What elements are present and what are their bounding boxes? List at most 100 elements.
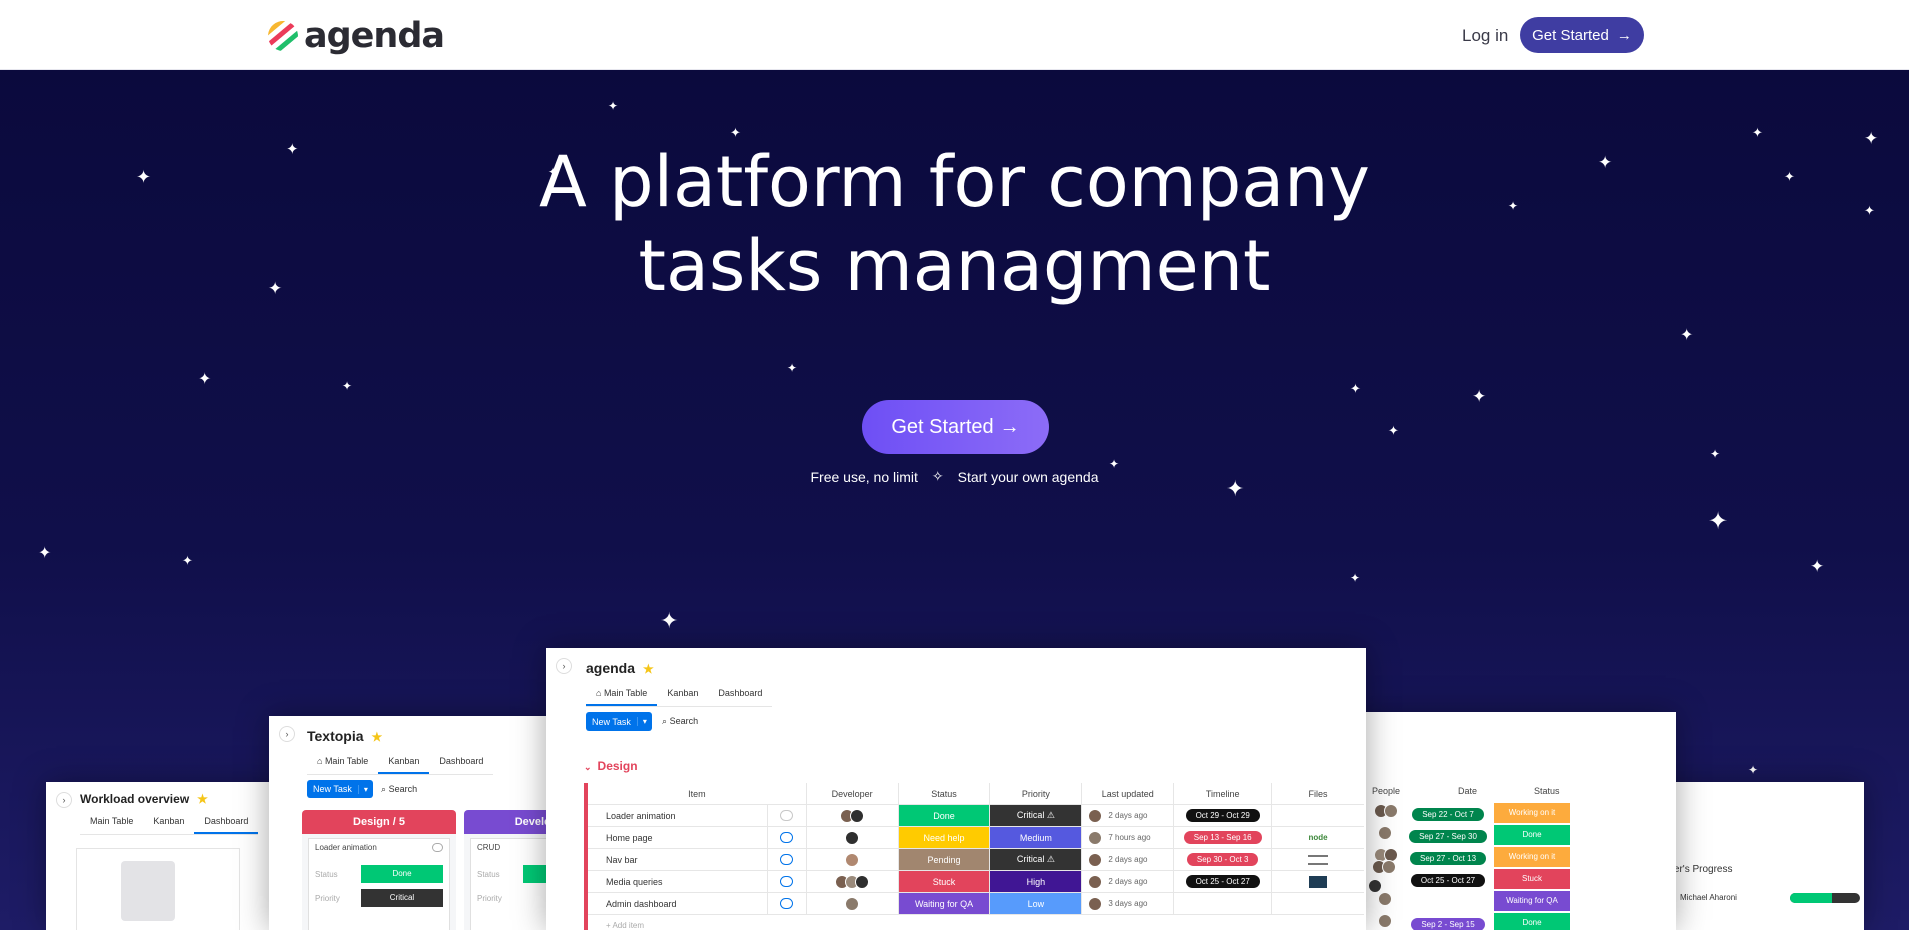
tab-kanban[interactable]: Kanban — [657, 684, 708, 706]
timeline-cell[interactable]: Oct 25 - Oct 27 — [1174, 871, 1273, 892]
search-button[interactable]: ⌕ Search — [381, 784, 417, 795]
item-name[interactable]: Admin dashboard — [588, 893, 768, 914]
files-cell[interactable] — [1272, 871, 1364, 892]
timeline-pill[interactable]: Oct 25 - Oct 27 — [1185, 875, 1260, 888]
status-chip[interactable]: Need help — [898, 827, 991, 848]
chat-icon[interactable] — [780, 876, 794, 887]
chevron-right-icon[interactable]: › — [279, 726, 295, 742]
add-item-button[interactable]: + Add item — [588, 915, 1364, 930]
star-favorite-icon[interactable]: ★ — [372, 730, 383, 744]
chevron-down-icon[interactable]: ▾ — [357, 784, 373, 794]
table-row[interactable]: Home page Need help Medium 7 hours ago S… — [588, 827, 1364, 849]
status-chip[interactable]: Waiting for QA — [1494, 891, 1570, 911]
item-name[interactable]: Nav bar — [588, 849, 768, 870]
date-pill[interactable]: Sep 27 - Sep 30 — [1409, 830, 1487, 843]
search-button[interactable]: ⌕ Search — [662, 716, 698, 727]
date-pill[interactable]: Sep 2 - Sep 15 — [1411, 918, 1485, 930]
chevron-right-icon[interactable]: › — [556, 658, 572, 674]
hero-get-started-button[interactable]: Get Started → — [862, 400, 1049, 454]
login-link[interactable]: Log in — [1462, 26, 1508, 46]
files-cell[interactable] — [1272, 893, 1364, 914]
updates-cell[interactable] — [768, 871, 807, 892]
developer-avatars[interactable] — [807, 805, 899, 826]
status-chip[interactable]: Stuck — [1494, 869, 1570, 889]
priority-chip[interactable]: High — [990, 871, 1083, 892]
date-pill[interactable]: Sep 22 - Oct 7 — [1412, 808, 1484, 821]
kanban-card[interactable]: CRUD Status Priority — [470, 838, 549, 930]
status-chip[interactable]: Pending — [898, 849, 991, 870]
tab-main-table[interactable]: ⌂ Main Table — [586, 684, 658, 706]
item-name[interactable]: Home page — [588, 827, 768, 848]
developer-avatars[interactable] — [807, 827, 899, 848]
new-task-button[interactable]: New Task ▾ — [586, 712, 652, 731]
chevron-right-icon[interactable]: › — [56, 792, 72, 808]
chat-icon[interactable] — [780, 832, 794, 843]
tab-kanban[interactable]: Kanban — [378, 752, 430, 774]
chat-icon[interactable] — [780, 898, 794, 909]
chat-icon[interactable] — [780, 854, 794, 865]
status-chip[interactable]: Done — [898, 805, 991, 826]
image-file-icon[interactable] — [1309, 875, 1328, 888]
timeline-cell[interactable]: Oct 29 - Oct 29 — [1174, 805, 1273, 826]
developer-avatars[interactable] — [807, 893, 899, 914]
files-cell[interactable]: node — [1272, 827, 1364, 848]
new-task-button[interactable]: New Task ▾ — [307, 780, 373, 798]
status-chip[interactable]: Done — [361, 865, 443, 883]
tab-main-table[interactable]: ⌂ Main Table — [307, 752, 378, 774]
updates-cell[interactable] — [768, 827, 807, 848]
tab-dashboard[interactable]: Dashboard — [194, 812, 259, 834]
chat-icon[interactable] — [432, 843, 443, 852]
group-header[interactable]: ⌄ Design — [584, 759, 638, 773]
priority-chip[interactable]: Critical — [361, 889, 443, 907]
chat-icon[interactable] — [780, 810, 794, 821]
date-pill[interactable]: Oct 25 - Oct 27 — [1410, 874, 1486, 887]
timeline-pill[interactable]: Oct 29 - Oct 29 — [1185, 809, 1260, 822]
tab-dashboard[interactable]: Dashboard — [429, 752, 493, 774]
item-name[interactable]: Media queries — [588, 871, 768, 892]
table-row[interactable]: Sep 22 - Oct 7 Working on it — [1350, 803, 1604, 823]
status-chip[interactable]: Working on it — [1494, 803, 1570, 823]
files-cell[interactable] — [1272, 805, 1364, 826]
timeline-cell[interactable] — [1174, 893, 1273, 914]
developer-avatars[interactable] — [807, 849, 899, 870]
status-chip[interactable]: Waiting for QA — [898, 893, 991, 914]
status-chip[interactable]: Done — [1494, 913, 1570, 930]
table-row[interactable]: Nav bar Pending Critical ⚠ 2 days ago Se… — [588, 849, 1364, 871]
developer-avatars[interactable] — [807, 871, 899, 892]
table-row[interactable]: Sep 2 - Sep 15 Done — [1350, 913, 1604, 930]
table-row[interactable]: Oct 25 - Oct 27 Stuck — [1350, 860, 1604, 893]
priority-chip[interactable]: Critical ⚠ — [990, 849, 1083, 870]
tab-kanban[interactable]: Kanban — [143, 812, 194, 834]
star-favorite-icon[interactable]: ★ — [197, 792, 208, 806]
timeline-cell[interactable]: Sep 13 - Sep 16 — [1174, 827, 1273, 848]
updates-cell[interactable] — [768, 805, 807, 826]
priority-chip[interactable]: Critical ⚠ — [990, 805, 1083, 826]
timeline-cell[interactable]: Sep 30 - Oct 3 — [1174, 849, 1273, 870]
header-get-started-button[interactable]: Get Started → — [1520, 17, 1644, 53]
chevron-down-icon[interactable]: ⌄ — [584, 762, 592, 772]
timeline-pill[interactable]: Sep 30 - Oct 3 — [1186, 853, 1259, 866]
updates-cell[interactable] — [768, 849, 807, 870]
table-row[interactable]: Waiting for QA — [1350, 891, 1604, 911]
status-chip[interactable]: Working on it — [1494, 847, 1570, 867]
status-chip[interactable]: Stuck — [898, 871, 991, 892]
tab-main-table[interactable]: Main Table — [80, 812, 143, 834]
table-row[interactable]: Sep 27 - Sep 30 Done — [1350, 825, 1604, 845]
chevron-down-icon[interactable]: ▾ — [636, 717, 652, 726]
timeline-pill[interactable]: Sep 13 - Sep 16 — [1183, 831, 1262, 844]
priority-chip[interactable]: Medium — [990, 827, 1083, 848]
star-favorite-icon[interactable]: ★ — [643, 662, 654, 676]
nodejs-file-icon[interactable]: node — [1309, 833, 1328, 842]
table-row[interactable]: Admin dashboard Waiting for QA Low 3 day… — [588, 893, 1364, 915]
status-chip[interactable]: Done — [1494, 825, 1570, 845]
date-pill[interactable]: Sep 27 - Oct 13 — [1409, 852, 1487, 865]
document-file-icon[interactable] — [1308, 854, 1329, 865]
table-row[interactable]: Loader animation Done Critical ⚠ 2 days … — [588, 805, 1364, 827]
files-cell[interactable] — [1272, 849, 1364, 870]
table-row[interactable]: Media queries Stuck High 2 days ago Oct … — [588, 871, 1364, 893]
item-name[interactable]: Loader animation — [588, 805, 768, 826]
logo[interactable]: agenda — [261, 14, 445, 58]
kanban-card[interactable]: Loader animation Status Done Priority Cr… — [308, 838, 450, 930]
priority-chip[interactable]: Low — [990, 893, 1083, 914]
tab-dashboard[interactable]: Dashboard — [708, 684, 772, 706]
